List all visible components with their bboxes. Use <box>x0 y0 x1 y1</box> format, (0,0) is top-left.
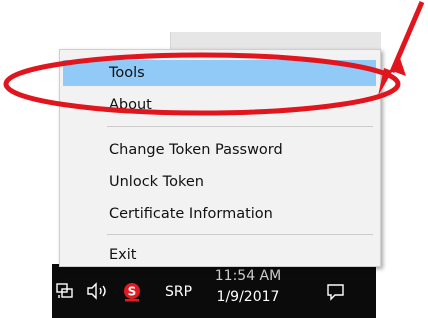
network-icon[interactable] <box>56 282 74 302</box>
menu-separator <box>107 126 373 127</box>
clock-date: 1/9/2017 <box>216 289 280 305</box>
menu-item-change-token-password[interactable]: Change Token Password <box>109 138 283 162</box>
menu-item-tools[interactable]: Tools <box>109 61 145 85</box>
volume-icon[interactable] <box>86 282 112 302</box>
clock[interactable]: 11:54 AM 1/9/2017 <box>206 266 290 308</box>
menu-separator <box>107 234 373 235</box>
menu-item-exit[interactable]: Exit <box>109 243 136 267</box>
action-center-icon[interactable] <box>326 282 346 302</box>
srp-tray-icon[interactable]: S <box>122 282 142 302</box>
menu-item-certificate-information[interactable]: Certificate Information <box>109 202 273 226</box>
annotation-arrow-shaft <box>389 1 425 73</box>
menu-item-unlock-token[interactable]: Unlock Token <box>109 170 204 194</box>
clock-time: 11:54 AM <box>214 268 282 284</box>
svg-text:S: S <box>128 285 137 299</box>
annotation-arrow-head <box>378 58 406 96</box>
context-menu: Tools About Change Token Password Unlock… <box>59 49 381 267</box>
tray-app-label: SRP <box>165 284 193 300</box>
menu-item-about[interactable]: About <box>109 93 152 117</box>
